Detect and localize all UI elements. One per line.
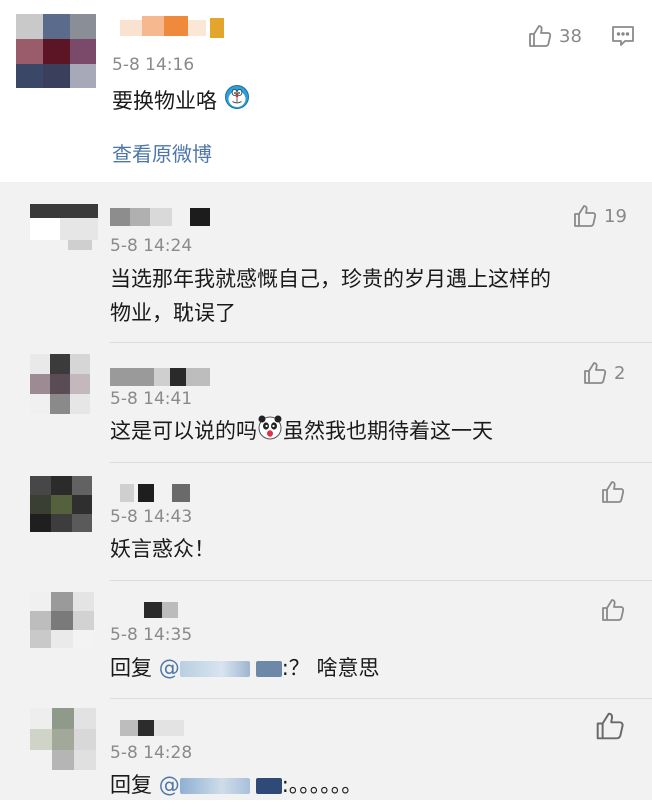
comment-text: 要换物业咯 xyxy=(112,84,250,120)
reply-timestamp: 5-8 14:41 xyxy=(110,389,193,409)
like-button[interactable] xyxy=(600,478,626,506)
thumbs-up-icon xyxy=(527,23,553,49)
comment-icon xyxy=(610,23,636,49)
thumbs-up-icon xyxy=(582,360,608,386)
like-count: 19 xyxy=(604,205,627,227)
like-button[interactable]: 2 xyxy=(582,359,625,387)
avatar[interactable] xyxy=(30,592,94,648)
reply-text: 回复 @:。。。。。。 xyxy=(110,773,363,797)
like-button[interactable] xyxy=(600,596,626,624)
username[interactable] xyxy=(112,14,232,40)
thumbs-up-icon xyxy=(594,710,626,742)
username[interactable] xyxy=(110,480,200,506)
reply-timestamp: 5-8 14:28 xyxy=(110,743,193,763)
divider xyxy=(110,580,652,581)
reply-timestamp: 5-8 14:35 xyxy=(110,625,193,645)
panda-emoji-icon xyxy=(257,414,283,450)
top-comment: 5-8 14:16 38 要换物业咯 查看原微博 xyxy=(0,0,652,182)
like-button[interactable] xyxy=(594,712,626,740)
username[interactable] xyxy=(110,204,220,230)
username[interactable] xyxy=(110,598,190,624)
reply-timestamp: 5-8 14:24 xyxy=(110,236,193,256)
thumbs-up-icon xyxy=(600,597,626,623)
avatar[interactable] xyxy=(30,708,96,770)
divider xyxy=(110,342,652,343)
avatar[interactable] xyxy=(30,204,98,250)
thumbs-up-icon xyxy=(600,479,626,505)
reply-text: 当选那年我就感慨自己，珍贵的岁月遇上这样的 xyxy=(110,267,551,291)
reply-button[interactable] xyxy=(610,22,636,50)
username[interactable] xyxy=(110,716,200,742)
like-button[interactable]: 38 xyxy=(527,22,582,50)
reply-text-continued: 物业，耽误了 xyxy=(110,301,236,325)
mention-link[interactable]: @ xyxy=(159,773,282,797)
comment-timestamp: 5-8 14:16 xyxy=(112,55,195,75)
reply-text: 这是可以说的吗 虽然我也期待着这一天 xyxy=(110,414,493,450)
thumbs-up-icon xyxy=(572,203,598,229)
like-count: 2 xyxy=(614,362,626,384)
avatar[interactable] xyxy=(30,354,90,414)
divider xyxy=(110,698,652,699)
doraemon-emoji-icon xyxy=(224,84,250,120)
avatar[interactable] xyxy=(30,476,92,532)
like-count: 38 xyxy=(559,25,582,47)
username[interactable] xyxy=(110,364,220,390)
reply-text: 回复 @:？ 啥意思 xyxy=(110,656,380,680)
divider xyxy=(110,462,652,463)
mention-link[interactable]: @ xyxy=(159,656,282,680)
like-button[interactable]: 19 xyxy=(572,202,627,230)
reply-text: 妖言惑众！ xyxy=(110,537,215,561)
avatar[interactable] xyxy=(16,14,96,88)
reply-timestamp: 5-8 14:43 xyxy=(110,507,193,527)
view-original-link[interactable]: 查看原微博 xyxy=(112,138,212,167)
